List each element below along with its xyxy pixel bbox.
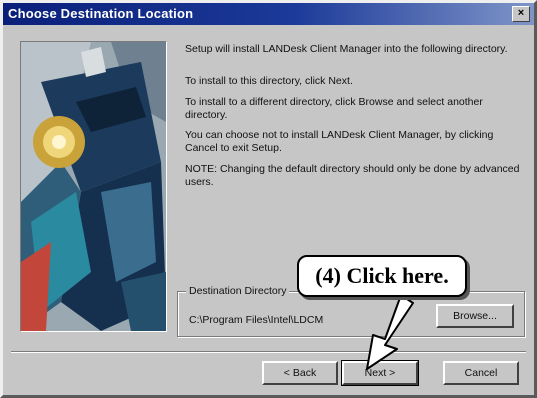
installer-artwork [20,41,167,332]
click-here-callout: (4) Click here. [297,255,467,297]
installer-artwork-image [21,42,166,331]
intro-text: Setup will install LANDesk Client Manage… [185,43,508,55]
cancel-instruction-text: You can choose not to install LANDesk Cl… [185,129,494,154]
next-instruction-text: To install to this directory, click Next… [185,75,353,87]
destination-directory-label: Destination Directory [186,285,290,297]
close-icon: × [517,7,525,19]
browse-instruction-text: To install to a different directory, cli… [185,96,483,121]
window-title: Choose Destination Location [8,6,194,21]
browse-button[interactable]: Browse... [436,304,514,328]
close-button[interactable]: × [512,6,530,22]
destination-path: C:\Program Files\Intel\LDCM [189,314,324,326]
pointer-arrow-icon [366,294,414,370]
back-button[interactable]: < Back [262,361,338,385]
setup-dialog: Choose Destination Location × Setup will… [0,0,537,398]
button-separator [11,351,526,353]
note-text: NOTE: Changing the default directory sho… [185,163,520,188]
title-bar[interactable]: Choose Destination Location × [3,3,534,25]
cancel-button[interactable]: Cancel [443,361,519,385]
